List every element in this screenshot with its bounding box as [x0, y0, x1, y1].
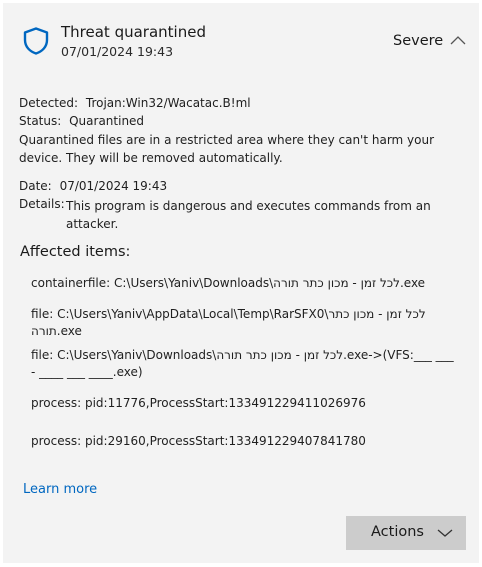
affected-item: containerfile: C:\Users\Yaniv\Downloads\…	[31, 276, 426, 290]
detected-label: Detected:	[19, 96, 79, 110]
status-row: Status: Quarantined	[19, 114, 144, 128]
severity-label: Severe	[393, 33, 444, 49]
threat-card: Threat quarantined 07/01/2024 19:43 Seve…	[3, 3, 479, 563]
actions-label: Actions	[371, 524, 424, 540]
status-note: Quarantined files are in a restricted ar…	[19, 133, 435, 165]
detected-value: Trojan:Win32/Wacatac.B!ml	[85, 96, 251, 110]
threat-date: 07/01/2024 19:43	[61, 44, 174, 59]
status-label: Status:	[19, 114, 62, 128]
detected-row: Detected: Trojan:Win32/Wacatac.B!ml	[19, 96, 251, 110]
chevron-down-icon	[437, 529, 453, 537]
affected-item: file: C:\Users\Yaniv\AppData\Local\Temp\…	[31, 307, 426, 338]
date-label: Date:	[19, 179, 52, 193]
shield-icon	[23, 27, 49, 55]
affected-item: process: pid:11776,ProcessStart:13349122…	[31, 396, 366, 410]
details-value: This program is dangerous and executes c…	[66, 199, 431, 231]
affected-item: process: pid:29160,ProcessStart:13349122…	[31, 434, 366, 448]
date-value: 07/01/2024 19:43	[59, 179, 168, 193]
affected-heading: Affected items:	[20, 244, 131, 260]
status-value: Quarantined	[69, 114, 145, 128]
chevron-up-icon[interactable]	[449, 34, 467, 46]
date-row: Date: 07/01/2024 19:43	[19, 179, 167, 193]
threat-title: Threat quarantined	[61, 23, 206, 41]
affected-item: file: C:\Users\Yaniv\Downloads\לכל זמן -…	[31, 348, 454, 379]
details-label: Details:	[19, 197, 65, 211]
learn-more-link[interactable]: Learn more	[23, 482, 97, 497]
actions-button[interactable]: Actions	[346, 516, 466, 550]
